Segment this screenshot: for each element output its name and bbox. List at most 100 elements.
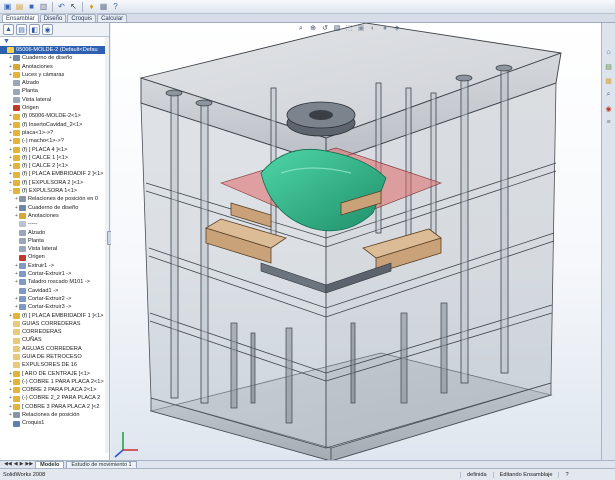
tree-item[interactable]: Alzado [0,79,109,87]
prev-tab-arrow-icon[interactable]: ◀ [14,461,18,468]
model-tab[interactable]: Estudio de movimiento 1 [66,461,137,468]
tree-item[interactable]: +[ ARO DE CENTRAJE ]<1> [0,370,109,378]
tree-item[interactable]: + Taladro roscado M101 -> [0,278,109,286]
property-manager-tab-icon[interactable]: ▤ [16,24,27,35]
tree-item[interactable]: + Luces y cámaras [0,71,109,79]
save-icon[interactable]: ■ [26,1,37,12]
options-icon[interactable]: ▦ [98,1,109,12]
design-library-icon[interactable]: ▤ [603,61,614,72]
new-icon[interactable]: ▣ [2,1,13,12]
tree-item-icon [13,354,20,361]
tree-item-icon [13,72,20,79]
status-bar: SolidWorks 2008 definida Editando Ensamb… [0,468,615,480]
tree-item-icon [19,229,26,236]
rebuild-icon[interactable]: ♦ [86,1,97,12]
tree-item-label: Cuaderno de diseño [22,55,73,62]
first-tab-arrow-icon[interactable]: ◀◀ [4,461,12,468]
tree-item[interactable]: + Cortar-Extruir2 -> [0,295,109,303]
mold-assembly-model[interactable] [111,23,601,460]
tree-item[interactable]: GUIAS CORREDERAS [0,320,109,328]
tree-item-label: [ ARO DE CENTRAJE ]<1> [22,370,91,377]
tree-item[interactable]: Alzado [0,229,109,237]
tree-item[interactable]: + (f) [ PLACA EMBRIDADIF 1 ]<1> [0,312,109,320]
tree-item[interactable]: + Cortar-Extruir3 -> [0,303,109,311]
tree-item[interactable]: Planta [0,87,109,95]
command-tab[interactable]: Calcular [97,14,128,22]
filter-icon[interactable]: ▼ [3,38,10,45]
tree-item[interactable]: + (f) [ EXPULSORA 2 ]<1> [0,179,109,187]
tree-item[interactable]: Vista lateral [0,96,109,104]
tree-item[interactable]: Vista lateral [0,245,109,253]
search-icon[interactable]: ⌕ [603,89,614,100]
tree-item[interactable]: AGUJAS CORREDERA [0,345,109,353]
tree-item-icon [19,262,26,269]
command-tab[interactable]: Diseño [39,14,67,22]
tree-item-label: GUIA DE RETROCESO [22,353,82,360]
resources-icon[interactable]: ⌂ [603,47,614,58]
tree-item-label: Alzado [22,80,40,87]
configuration-manager-tab-icon[interactable]: ◧ [29,24,40,35]
tree-item[interactable]: + Anotaciones [0,63,109,71]
feature-manager-tab-icon[interactable]: ▲ [3,24,14,35]
tree-item[interactable]: + (f) 05006-MOLDE-2<1> [0,112,109,120]
status-help-icon[interactable]: ? [558,471,574,478]
tree-item[interactable]: GUIA DE RETROCESO [0,353,109,361]
undo-icon[interactable]: ↶ [56,1,67,12]
tree-item[interactable]: + placa<1>->? [0,129,109,137]
tree-item-icon [13,329,20,336]
tree-item[interactable]: + Relaciones de posición en 0 [0,195,109,203]
tree-item[interactable]: + Cuaderno de diseño [0,54,109,62]
command-tab[interactable]: Ensamblar [2,14,39,22]
command-tab[interactable]: Croquis [67,14,97,22]
tree-scrollbar[interactable] [105,37,109,453]
tree-item[interactable]: − (f) EXPULSORA 1<1> [0,187,109,195]
appearance-manager-tab-icon[interactable]: ◉ [42,24,53,35]
status-edit-mode: Editando Ensamblaje [492,471,559,478]
file-explorer-icon[interactable]: ▦ [603,75,614,86]
tree-item[interactable]: Origen [0,104,109,112]
tree-item[interactable]: Croquis1 [0,419,109,427]
tree-item-icon [13,179,20,186]
tree-item[interactable]: + Extruir1 -> [0,262,109,270]
graphics-area[interactable]: ⌕⊕↺▧⬚▣◐●◈ [111,23,601,460]
tree-item-icon [13,171,20,178]
custom-properties-icon[interactable]: ≡ [603,117,614,128]
tree-item-label: (f) [ PLACA 4 ]<1> [22,146,68,153]
tree-item[interactable]: + Anotaciones [0,212,109,220]
print-icon[interactable]: ▥ [38,1,49,12]
help-icon[interactable]: ? [110,1,121,12]
tree-item[interactable]: + Relaciones de posición [0,411,109,419]
tree-item[interactable]: ----- [0,220,109,228]
tree-item[interactable]: + Cortar-Extruir1 -> [0,270,109,278]
tree-item[interactable]: + (f) [ PLACA EMBRIDADIF 2 ]<1> [0,170,109,178]
tree-item[interactable]: 05006-MOLDE-2 (Default<Defau [0,46,109,55]
last-tab-arrow-icon[interactable]: ▶▶ [25,461,33,468]
tree-item[interactable]: Cavidad1 -> [0,287,109,295]
tree-item[interactable]: + (f) [ CALCE 2 ]<1> [0,162,109,170]
tree-item[interactable]: Origen [0,253,109,261]
tree-item-label: (f) [ PLACA EMBRIDADIF 2 ]<1> [22,171,104,178]
tree-item[interactable]: + Cuaderno de diseño [0,204,109,212]
tree-item-icon [19,221,26,228]
tree-item[interactable]: + COBRE 2 PARA PLACA 2<1> [0,386,109,394]
tree-item-icon [13,320,20,327]
tree-item[interactable]: + (-) COBRE 1 PARA PLACA 2<1> [0,378,109,386]
next-tab-arrow-icon[interactable]: ▶ [20,461,24,468]
model-tab[interactable]: Modelo [35,461,65,468]
tree-item[interactable]: + (f) [ PLACA 4 ]<1> [0,146,109,154]
tree-item[interactable]: CUÑAS [0,336,109,344]
tree-item-label: (f) [ EXPULSORA 2 ]<1> [22,179,84,186]
locating-ring[interactable] [286,101,356,137]
tree-item[interactable]: EXPULSORES DE 16 [0,361,109,369]
select-icon[interactable]: ↖ [68,1,79,12]
tree-item[interactable]: +[ COBRE 3 PARA PLACA 2 ]<2 [0,403,109,411]
tree-item[interactable]: + (-) COBRE 2_2 PARA PLACA 2 [0,394,109,402]
open-icon[interactable]: ▤ [14,1,25,12]
tree-item[interactable]: + (f) [ CALCE 1 ]<1> [0,154,109,162]
tree-item-label: Cuaderno de diseño [28,204,79,211]
tree-item[interactable]: CORREDERAS [0,328,109,336]
tree-item[interactable]: Planta [0,237,109,245]
appearances-icon[interactable]: ◉ [603,103,614,114]
tree-item[interactable]: + (f) InsertoCavidad_2<1> [0,121,109,129]
tree-item[interactable]: + (-) macho<1>->? [0,137,109,145]
